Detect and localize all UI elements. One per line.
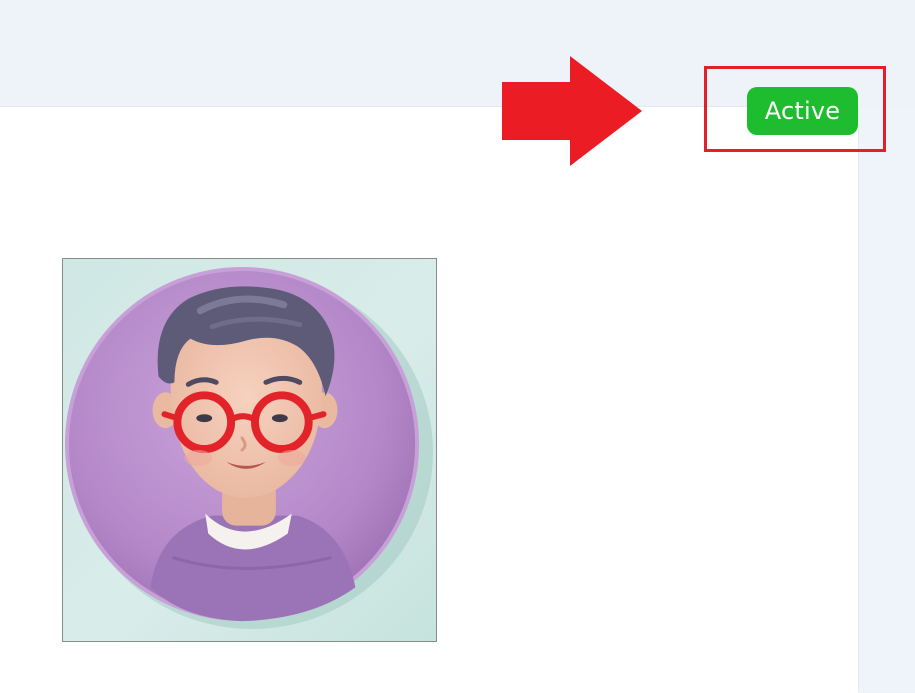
- left-eye: [196, 414, 213, 423]
- glasses-arm-right: [305, 411, 327, 422]
- arrow-right-icon: [502, 56, 642, 166]
- status-badge[interactable]: Active: [747, 87, 858, 135]
- avatar: [62, 258, 437, 642]
- glasses-arm-left: [161, 411, 181, 422]
- left-cheek: [184, 450, 213, 466]
- right-panel-edge: [858, 106, 915, 692]
- avatar-icon: [64, 266, 434, 630]
- right-eye: [271, 414, 288, 423]
- right-cheek: [277, 450, 306, 466]
- arrow-shape: [502, 56, 642, 166]
